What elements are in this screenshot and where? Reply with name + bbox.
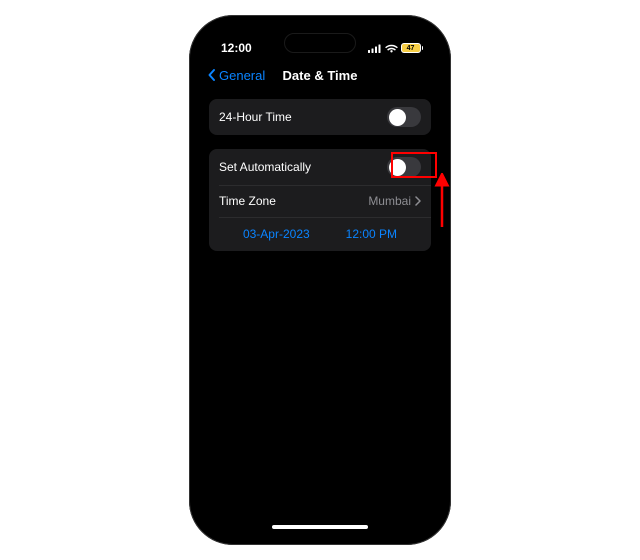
time-value[interactable]: 12:00 PM [346, 227, 397, 241]
chevron-right-icon [415, 196, 421, 206]
cellular-signal-icon [368, 44, 382, 53]
row-label-tz: Time Zone [219, 194, 276, 208]
back-button[interactable]: General [207, 68, 265, 83]
battery-level: 47 [401, 43, 421, 53]
status-time: 12:00 [221, 41, 252, 55]
home-indicator[interactable] [272, 525, 368, 529]
wifi-icon [385, 44, 398, 53]
status-right: 47 [368, 43, 424, 53]
group-24hour: 24-Hour Time [209, 99, 431, 135]
row-24-hour-time[interactable]: 24-Hour Time [209, 99, 431, 135]
row-label-24h: 24-Hour Time [219, 110, 292, 124]
row-label-auto: Set Automatically [219, 160, 311, 174]
battery-icon: 47 [401, 43, 424, 53]
back-label: General [219, 68, 265, 83]
row-set-automatically[interactable]: Set Automatically [209, 149, 431, 185]
nav-title: Date & Time [283, 68, 358, 83]
row-time-zone[interactable]: Time Zone Mumbai [209, 185, 431, 217]
toggle-set-automatically[interactable] [387, 157, 421, 177]
time-zone-value: Mumbai [368, 194, 411, 208]
screen: 12:00 47 General Date [199, 25, 441, 535]
dynamic-island [284, 33, 356, 53]
row-date-time-picker[interactable]: 03-Apr-2023 12:00 PM [209, 217, 431, 251]
row-value-tz: Mumbai [368, 194, 421, 208]
toggle-24-hour[interactable] [387, 107, 421, 127]
chevron-left-icon [207, 68, 217, 82]
content: 24-Hour Time Set Automatically Time Zone… [199, 99, 441, 251]
group-auto-tz: Set Automatically Time Zone Mumbai 03-Ap… [209, 149, 431, 251]
nav-bar: General Date & Time [199, 59, 441, 93]
phone-frame: 12:00 47 General Date [189, 15, 451, 545]
date-value[interactable]: 03-Apr-2023 [243, 227, 310, 241]
